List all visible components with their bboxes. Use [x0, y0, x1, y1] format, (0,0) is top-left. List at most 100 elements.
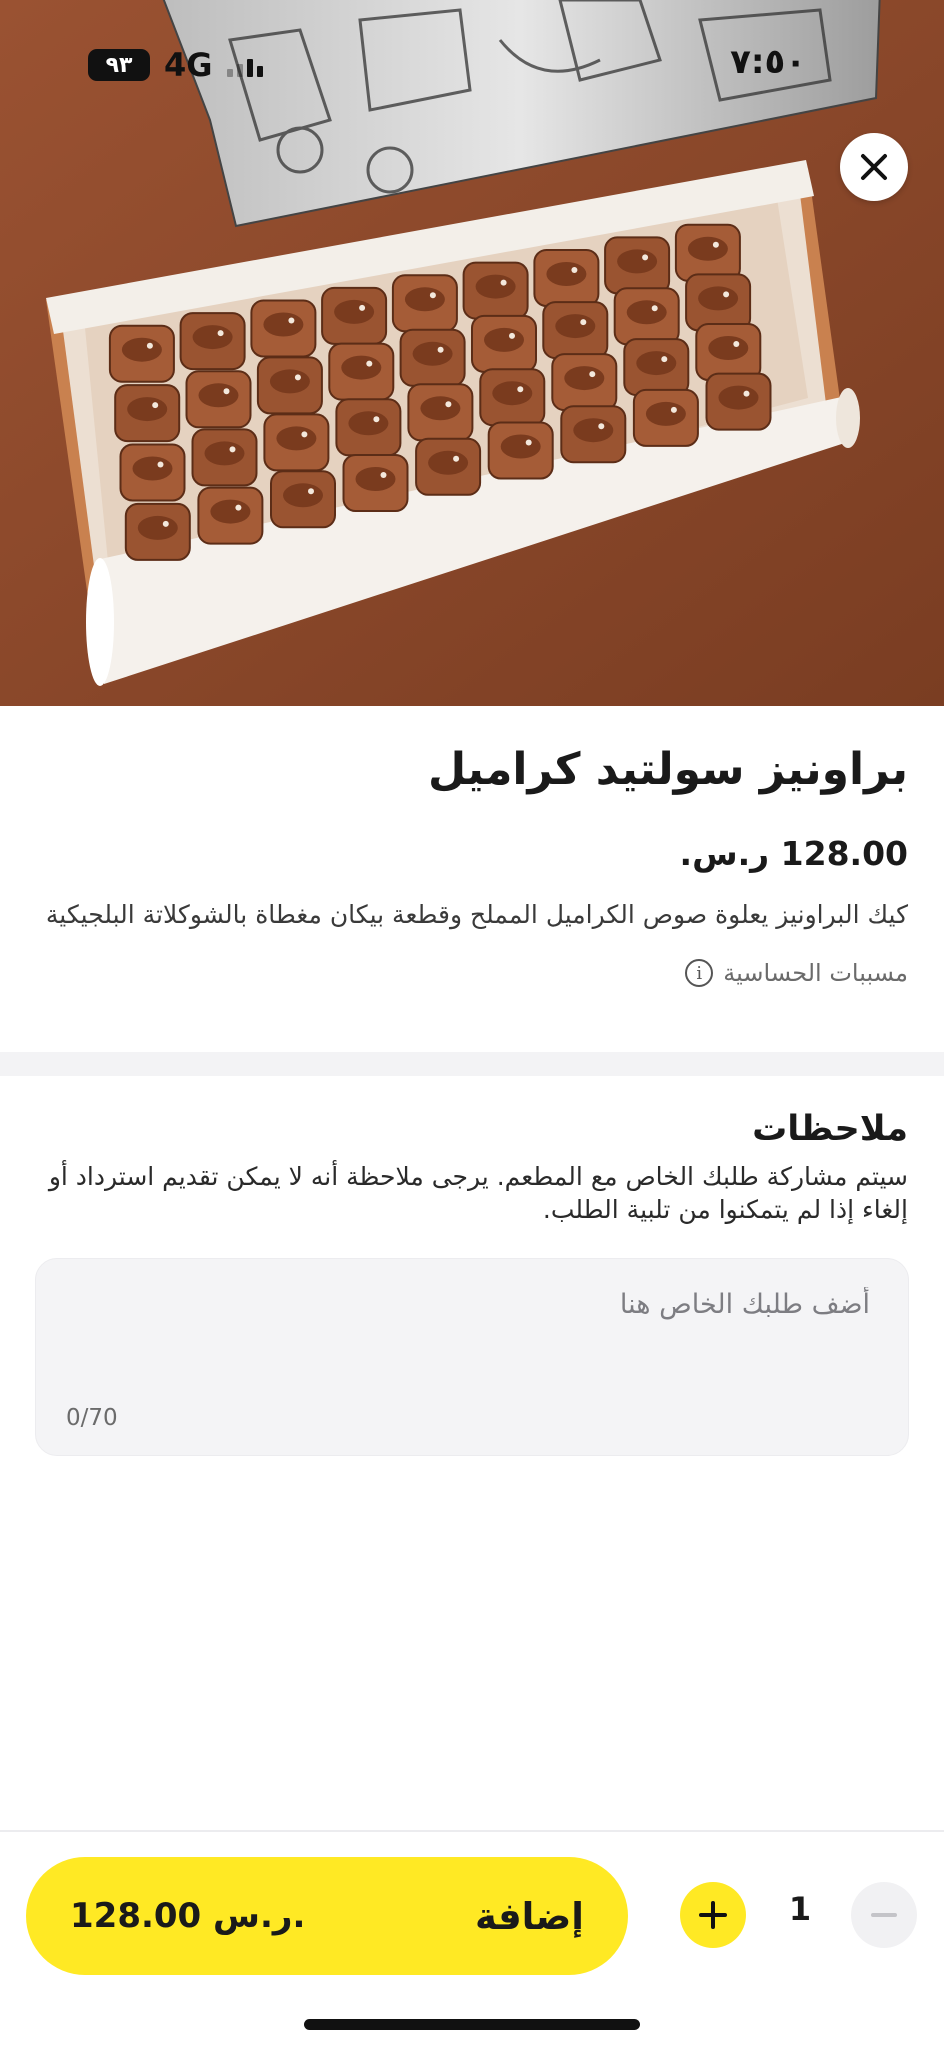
status-time: ٧:٥٠ — [730, 42, 806, 82]
salt-flake — [509, 332, 515, 339]
pecan-topping — [404, 287, 445, 312]
salt-flake — [429, 292, 436, 299]
salt-flake — [670, 406, 677, 413]
pecan-topping — [412, 341, 453, 366]
increase-quantity-button[interactable] — [680, 1882, 746, 1948]
pecan-topping — [341, 355, 382, 380]
salt-flake — [500, 279, 507, 286]
pecan-topping — [137, 515, 178, 540]
pecan-topping — [420, 396, 461, 421]
pecan-topping — [492, 381, 533, 406]
salt-flake — [437, 346, 444, 353]
pecan-topping — [127, 397, 168, 422]
salt-flake — [162, 520, 169, 527]
special-request-input[interactable] — [62, 1287, 872, 1387]
product-description: كيك البراونيز يعلوة صوص الكراميل المملح … — [45, 900, 908, 929]
salt-flake — [589, 371, 596, 378]
bottom-bar-divider — [0, 1830, 944, 1832]
add-to-cart-button[interactable]: 128.00 ر.س. إضافة — [26, 1857, 628, 1975]
decrease-quantity-button[interactable] — [851, 1882, 917, 1948]
salt-flake — [152, 402, 159, 409]
network-type: 4G — [164, 46, 213, 84]
add-button-label: إضافة — [475, 1894, 584, 1938]
notes-section: ملاحظات سيتم مشاركة طلبك الخاص مع المطعم… — [36, 1104, 908, 1226]
pecan-topping — [192, 325, 233, 350]
notes-info-text: سيتم مشاركة طلبك الخاص مع المطعم. يرجى م… — [48, 1162, 908, 1224]
home-indicator — [304, 2019, 640, 2030]
special-request-box: 0/70 — [35, 1258, 909, 1456]
pecan-topping — [555, 314, 596, 339]
salt-flake — [598, 423, 605, 430]
pecan-topping — [500, 434, 541, 459]
pecan-topping — [546, 262, 587, 286]
pecan-topping — [484, 327, 524, 352]
pecan-topping — [355, 467, 396, 491]
pecan-topping — [636, 351, 677, 376]
pecan-topping — [645, 401, 686, 426]
pecan-topping — [573, 418, 614, 443]
allergens-label: مسببات الحساسية — [723, 959, 908, 987]
product-price: 128.00 ر.س. — [679, 834, 908, 873]
product-image — [0, 0, 944, 706]
salt-flake — [235, 504, 242, 511]
pecan-topping — [210, 499, 251, 524]
info-icon: i — [685, 959, 714, 987]
pecan-topping — [204, 441, 245, 466]
salt-flake — [733, 341, 740, 347]
add-button-price: 128.00 ر.س. — [70, 1896, 306, 1936]
salt-flake — [453, 455, 460, 462]
pecan-topping — [269, 369, 310, 394]
pecan-topping — [718, 385, 759, 410]
minus-icon — [871, 1913, 897, 1917]
pecan-topping — [132, 456, 173, 481]
salt-flake — [229, 446, 236, 453]
pecan-topping — [334, 299, 375, 324]
salt-flake — [294, 374, 301, 381]
salt-flake — [157, 461, 164, 468]
pecan-topping — [428, 450, 469, 475]
salt-flake — [571, 267, 578, 273]
pecan-topping — [687, 236, 728, 261]
salt-flake — [366, 360, 373, 367]
salt-flake — [525, 439, 532, 446]
salt-flake — [373, 416, 380, 423]
salt-flake — [712, 241, 719, 248]
pecan-topping — [475, 274, 516, 299]
pecan-topping — [198, 383, 239, 408]
salt-flake — [642, 254, 649, 261]
pecan-topping — [283, 483, 323, 508]
salt-flake — [380, 472, 387, 478]
salt-flake — [359, 304, 366, 311]
notes-title: ملاحظات — [752, 1109, 908, 1149]
product-info: براونيز سولتيد كراميل 128.00 ر.س. كيك ال… — [36, 740, 908, 987]
salt-flake — [743, 390, 750, 397]
pecan-topping — [626, 300, 667, 325]
plus-icon — [699, 1901, 727, 1929]
character-counter: 0/70 — [66, 1405, 118, 1431]
section-divider — [0, 1052, 944, 1076]
allergens-link[interactable]: مسببات الحساسية i — [36, 959, 908, 987]
status-indicators: ٩٣ 4G — [88, 46, 263, 84]
product-title: براونيز سولتيد كراميل — [427, 744, 908, 795]
pecan-topping — [698, 286, 739, 311]
salt-flake — [308, 488, 314, 495]
salt-flake — [223, 388, 230, 395]
pecan-topping — [263, 312, 304, 337]
salt-flake — [288, 317, 295, 324]
pecan-topping — [276, 426, 317, 451]
salt-flake — [651, 305, 658, 312]
pecan-topping — [121, 337, 162, 362]
salt-flake — [580, 319, 587, 326]
salt-flake — [301, 431, 308, 438]
salt-flake — [217, 330, 224, 337]
quantity-value: 1 — [788, 1890, 812, 1928]
battery-icon: ٩٣ — [88, 49, 150, 81]
pecan-topping — [564, 366, 605, 391]
pecan-topping — [348, 411, 389, 436]
salt-flake — [517, 386, 524, 393]
close-button[interactable] — [840, 133, 908, 201]
salt-flake — [146, 342, 153, 349]
salt-flake — [661, 356, 668, 363]
close-icon — [861, 154, 887, 180]
signal-icon — [226, 53, 263, 77]
